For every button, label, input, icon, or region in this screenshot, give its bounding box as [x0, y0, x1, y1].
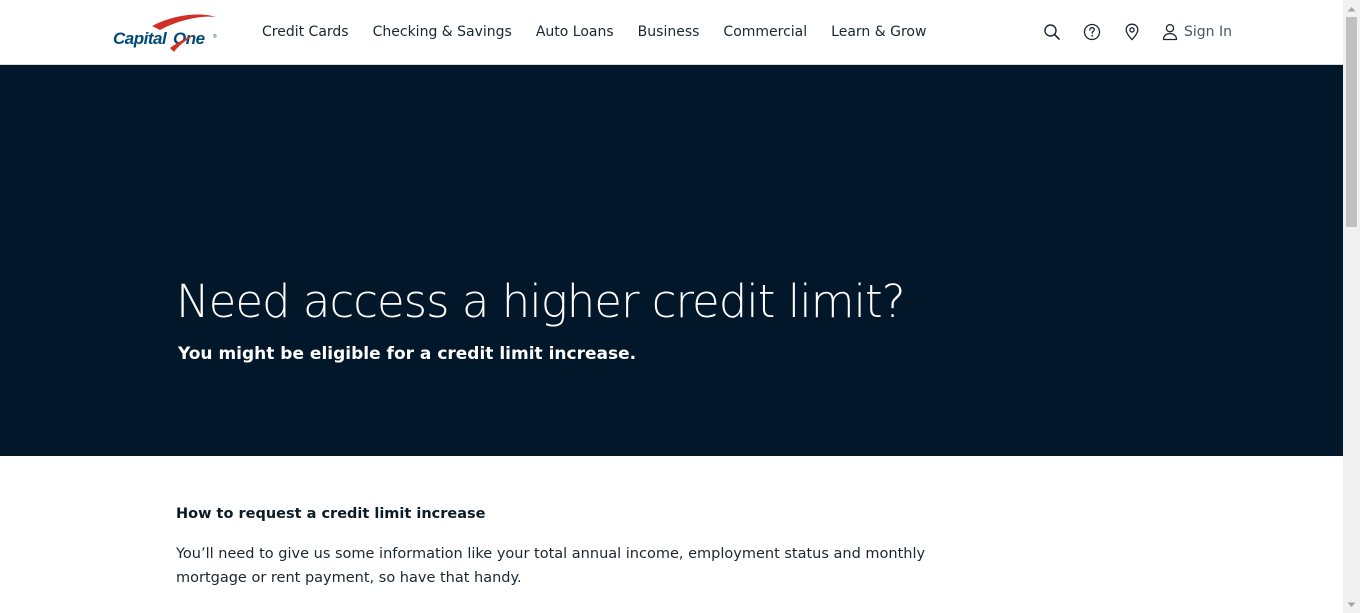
nav-checking-savings[interactable]: Checking & Savings	[373, 24, 512, 40]
svg-text:®: ®	[213, 33, 217, 40]
help-circle-icon[interactable]	[1082, 22, 1102, 42]
section-body: You’ll need to give us some information …	[176, 546, 926, 586]
header-actions: Sign In	[1022, 0, 1232, 64]
main-nav: Credit Cards Checking & Savings Auto Loa…	[262, 0, 950, 64]
hero-subtitle: You might be eligible for a credit limit…	[178, 344, 637, 364]
scrollbar-thumb[interactable]	[1346, 17, 1357, 227]
page: Capital One ® Credit Cards Checking & Sa…	[0, 0, 1343, 613]
nav-business[interactable]: Business	[638, 24, 700, 40]
user-icon	[1162, 23, 1178, 41]
nav-commercial[interactable]: Commercial	[723, 24, 807, 40]
section-heading: How to request a credit limit increase	[176, 506, 486, 522]
sign-in-button[interactable]: Sign In	[1162, 23, 1232, 41]
capital-one-logo[interactable]: Capital One ®	[112, 12, 224, 54]
hero-title: Need access a higher credit limit?	[176, 275, 906, 328]
sign-in-label: Sign In	[1184, 24, 1232, 40]
nav-auto-loans[interactable]: Auto Loans	[536, 24, 614, 40]
svg-text:Capital: Capital	[113, 29, 168, 48]
scroll-down-arrow-icon[interactable]	[1343, 596, 1360, 613]
vertical-scrollbar[interactable]	[1343, 0, 1360, 613]
search-icon[interactable]	[1042, 22, 1062, 42]
nav-learn-grow[interactable]: Learn & Grow	[831, 24, 926, 40]
nav-credit-cards[interactable]: Credit Cards	[262, 24, 349, 40]
location-pin-icon[interactable]	[1122, 22, 1142, 42]
hero-banner: Need access a higher credit limit? You m…	[0, 65, 1343, 456]
site-header: Capital One ® Credit Cards Checking & Sa…	[0, 0, 1343, 65]
main-content: How to request a credit limit increase Y…	[176, 506, 936, 590]
scroll-up-arrow-icon[interactable]	[1343, 0, 1360, 17]
capital-one-logo-icon: Capital One ®	[113, 14, 217, 52]
